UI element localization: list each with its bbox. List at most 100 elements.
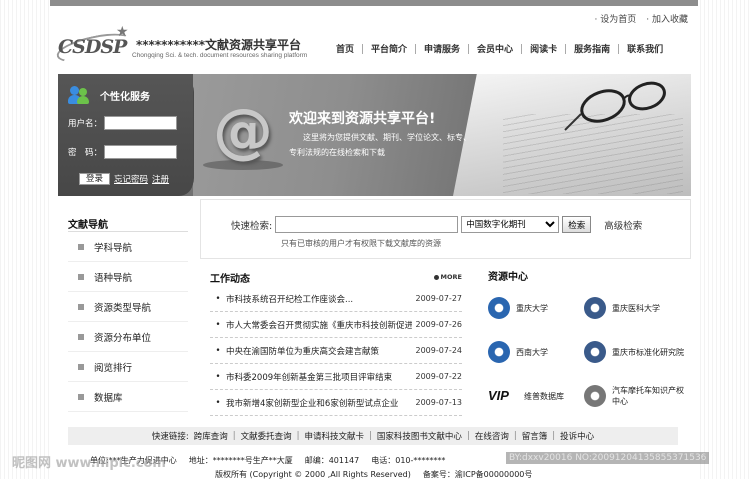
square-bullet-icon bbox=[78, 363, 84, 370]
news-row: • 我市新增4家创新型企业和6家创新型试点企业 2009-07-13 bbox=[210, 390, 462, 416]
footer-link-apply-card[interactable]: 申请科技文献卡 bbox=[305, 430, 365, 442]
welcome-line-1: 这里将为您提供文献、期刊、学位论文、标专、 bbox=[303, 133, 471, 142]
welcome-heading: 欢迎来到资源共享平台! bbox=[289, 111, 436, 127]
nav-item-resource-type[interactable]: 资源类型导航 bbox=[68, 292, 188, 322]
forgot-password-link[interactable]: 忘记密码 bbox=[114, 173, 148, 185]
news-row: • 市科技系统召开纪检工作座谈会... 2009-07-27 bbox=[210, 286, 462, 312]
top-strip bbox=[50, 0, 698, 6]
left-nav-title: 文献导航 bbox=[68, 216, 188, 232]
footer-link-national-library[interactable]: 国家科技图书文献中心 bbox=[377, 430, 462, 442]
footer-link-cross-db[interactable]: 跨库查询 bbox=[194, 430, 228, 442]
footer-phone: 电话：010-******** bbox=[371, 456, 446, 465]
square-bullet-icon bbox=[78, 243, 84, 250]
news-link[interactable]: 市人大常委会召开贯彻实施《重庆市科技创新促进条例》 bbox=[226, 319, 412, 331]
resource-southwest-university[interactable]: 西南大学 bbox=[488, 340, 584, 364]
advanced-search-link[interactable]: 高级检索 bbox=[604, 218, 642, 232]
news-more-link[interactable]: MORE bbox=[433, 273, 462, 281]
footer-copyright: 版权所有 (Copyright © 2000 ,All Rights Reser… bbox=[215, 469, 532, 479]
banner-art: @ 欢迎来到资源共享平台! 这里将为您提供文献、期刊、学位论文、标专、 专利法规… bbox=[193, 74, 691, 196]
login-button[interactable]: 登录 bbox=[79, 173, 111, 185]
nav-service-guide[interactable]: 服务指南 bbox=[566, 42, 618, 55]
more-arrow-icon bbox=[433, 274, 439, 280]
university-seal-icon bbox=[488, 297, 510, 319]
quick-links-label: 快速链接: bbox=[151, 432, 189, 442]
quick-search-panel: 快速检索: 中国数字化期刊 检索 高级检索 只有已审核的用户才有权限下载文献库的… bbox=[200, 199, 691, 259]
work-news: 工作动态 MORE • 市科技系统召开纪检工作座谈会... 2009-07-27 •… bbox=[210, 268, 462, 416]
copyright-text: 版权所有 (Copyright © 2000 ,All Rights Reser… bbox=[215, 470, 411, 479]
nav-about[interactable]: 平台简介 bbox=[363, 42, 415, 55]
square-bullet-icon bbox=[78, 393, 84, 400]
database-select[interactable]: 中国数字化期刊 bbox=[461, 216, 560, 233]
add-favorite-link[interactable]: · 加入收藏 bbox=[646, 12, 688, 25]
footer-link-online-consult[interactable]: 在线咨询 bbox=[475, 430, 509, 442]
nav-apply-service[interactable]: 申请服务 bbox=[416, 42, 468, 55]
vip-logo-icon: VIP bbox=[488, 388, 509, 403]
welcome-line-2: 专利法规的在线检索和下载 bbox=[289, 148, 385, 157]
footer-link-guestbook[interactable]: 留言簿 bbox=[522, 430, 548, 442]
search-label: 快速检索: bbox=[231, 220, 273, 232]
resource-chongqing-medical-university[interactable]: 重庆医科大学 bbox=[584, 296, 688, 320]
resource-center: 资源中心 重庆大学 重庆医科大学 西南大学 重庆市标准化研究院 VIP 维普数据库… bbox=[488, 268, 688, 408]
news-link[interactable]: 我市新增4家创新型企业和6家创新型试点企业 bbox=[226, 397, 412, 409]
site-logo[interactable]: ★ CSDSP ***********文献资源共享平台 Chongqing Sc… bbox=[54, 24, 307, 68]
register-link[interactable]: 注册 bbox=[152, 173, 169, 185]
footer-address: 地址：********号生产**大厦 bbox=[188, 456, 293, 465]
nav-item-database[interactable]: 数据库 bbox=[68, 382, 188, 412]
resource-chongqing-university[interactable]: 重庆大学 bbox=[488, 296, 584, 320]
news-link[interactable]: 中央在渝国防单位为重庆高交会建言献策 bbox=[226, 345, 412, 357]
nav-home[interactable]: 首页 bbox=[328, 42, 362, 55]
main-nav: 首页 平台简介 申请服务 会员中心 阅读卡 服务指南 联系我们 bbox=[328, 42, 671, 55]
logo-title: ***********文献资源共享平台 bbox=[136, 38, 302, 52]
nav-item-language[interactable]: 语种导航 bbox=[68, 262, 188, 292]
news-link[interactable]: 市科技系统召开纪检工作座谈会... bbox=[226, 293, 412, 305]
password-input[interactable] bbox=[104, 145, 177, 159]
square-bullet-icon bbox=[78, 333, 84, 340]
news-link[interactable]: 市科委2009年创新基金第三批项目评审结束 bbox=[226, 371, 412, 383]
login-panel: 个性化服务 用户名： 密 码： 登录 忘记密码 注册 bbox=[58, 74, 193, 196]
ip-center-icon bbox=[584, 385, 606, 407]
university-seal-icon bbox=[488, 341, 510, 363]
nav-contact[interactable]: 联系我们 bbox=[619, 42, 671, 55]
watermark-left: 昵图网 www.nipic.com bbox=[12, 456, 166, 471]
search-button[interactable]: 检索 bbox=[562, 216, 592, 233]
news-date: 2009-07-13 bbox=[415, 398, 463, 407]
resource-ip-center[interactable]: 汽车摩托车知识产权中心 bbox=[584, 384, 688, 408]
hero-banner: @ 欢迎来到资源共享平台! 这里将为您提供文献、期刊、学位论文、标专、 专利法规… bbox=[58, 74, 691, 196]
login-title: 个性化服务 bbox=[100, 91, 150, 103]
news-date: 2009-07-22 bbox=[415, 372, 463, 381]
square-bullet-icon bbox=[78, 303, 84, 310]
search-input[interactable] bbox=[275, 216, 459, 233]
footer-link-delegated-query[interactable]: 文献委托查询 bbox=[241, 430, 292, 442]
square-bullet-icon bbox=[78, 273, 84, 280]
resource-standards-institute[interactable]: 重庆市标准化研究院 bbox=[584, 340, 688, 364]
watermark-right: BY:dxxv20016 NO:20091204135855371536 bbox=[506, 452, 710, 464]
glasses-icon bbox=[564, 81, 666, 131]
nav-item-reading-rank[interactable]: 阅览排行 bbox=[68, 352, 188, 382]
logo-subtitle: Chongqing Sci. & tech. document resource… bbox=[132, 52, 308, 59]
medical-university-seal-icon bbox=[584, 297, 606, 319]
page-container: · 设为首页 · 加入收藏 ★ CSDSP ***********文献资源共享平… bbox=[50, 0, 698, 479]
news-title: 工作动态 bbox=[210, 273, 250, 285]
nav-member-center[interactable]: 会员中心 bbox=[469, 42, 521, 55]
document-navigation: 文献导航 学科导航 语种导航 资源类型导航 资源分布单位 阅览排行 数据库 bbox=[68, 216, 188, 412]
resource-vip-database[interactable]: VIP 维普数据库 bbox=[488, 384, 584, 408]
news-row: • 中央在渝国防单位为重庆高交会建言献策 2009-07-24 bbox=[210, 338, 462, 364]
news-date: 2009-07-27 bbox=[415, 294, 463, 303]
at-sign-icon: @ bbox=[213, 96, 273, 166]
top-links: · 设为首页 · 加入收藏 bbox=[595, 12, 688, 25]
footer-link-complaints[interactable]: 投诉中心 bbox=[560, 430, 594, 442]
set-homepage-link[interactable]: · 设为首页 bbox=[595, 12, 637, 25]
username-label: 用户名： bbox=[68, 119, 103, 129]
quick-links-bar: 快速链接: 跨库查询 | 文献委托查询 | 申请科技文献卡 | 国家科技图书文献中心 |… bbox=[68, 427, 678, 445]
password-label: 密 码： bbox=[68, 148, 103, 158]
nav-item-subject[interactable]: 学科导航 bbox=[68, 232, 188, 262]
nav-reading-card[interactable]: 阅读卡 bbox=[522, 42, 565, 55]
nav-item-resource-unit[interactable]: 资源分布单位 bbox=[68, 322, 188, 352]
footer-postcode: 邮编：401147 bbox=[304, 456, 360, 465]
news-row: •市人大常委会召开贯彻实施《重庆市科技创新促进条例》2009-07-26 bbox=[210, 312, 462, 338]
username-input[interactable] bbox=[104, 116, 177, 130]
resource-center-title: 资源中心 bbox=[488, 272, 528, 283]
standards-institute-icon bbox=[584, 341, 606, 363]
news-date: 2009-07-26 bbox=[415, 320, 463, 329]
icp-number: 备案号：渝ICP备00000000号 bbox=[422, 470, 533, 479]
